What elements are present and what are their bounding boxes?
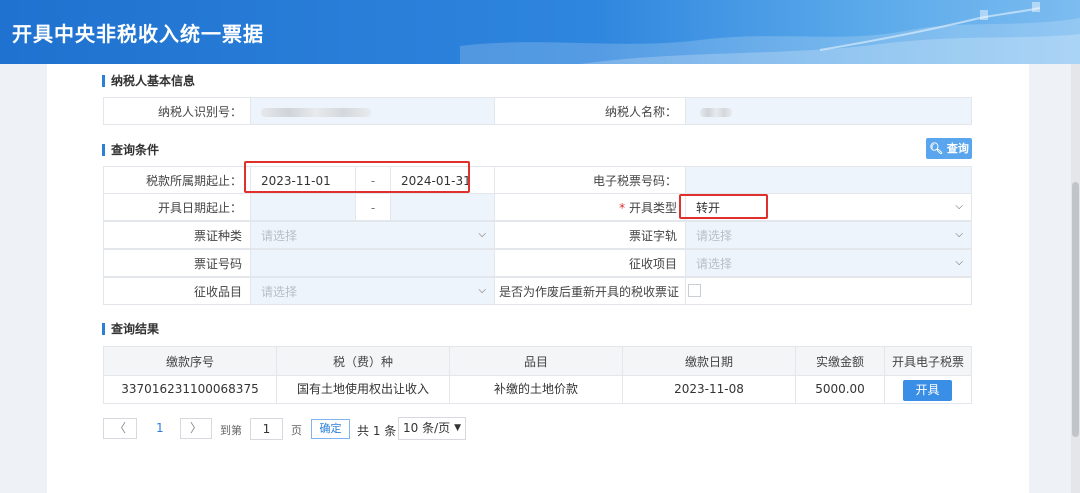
taxpayer-id-label: 纳税人识别号：: [103, 97, 251, 125]
great-wall-decoration-icon: [460, 2, 1080, 64]
ticket-track-select[interactable]: 请选择 ⌵: [685, 221, 972, 249]
tax-period-label: 税款所属期起止：: [103, 166, 251, 194]
page-number-current[interactable]: 1: [156, 421, 164, 435]
next-page-button[interactable]: 〉: [180, 418, 212, 439]
reissue-checkbox[interactable]: [688, 284, 701, 297]
ticket-track-placeholder: 请选择: [696, 229, 733, 243]
issue-type-label-text: 开具类型: [628, 201, 677, 215]
column-header-pay-date: 缴款日期: [622, 346, 796, 376]
tax-period-end-input[interactable]: 2024-01-31: [390, 166, 495, 194]
table-cell-amount: 5000.00: [795, 375, 885, 404]
column-header-serial: 缴款序号: [103, 346, 277, 376]
search-button-label: 查询: [946, 142, 969, 155]
scrollbar-thumb[interactable]: [1072, 182, 1079, 437]
ticket-no-input[interactable]: [250, 249, 495, 277]
redacted-id-value: [261, 108, 371, 117]
collect-item-label: 征收项目: [494, 249, 686, 277]
issue-date-end-input[interactable]: [390, 193, 495, 221]
ticket-track-label: 票证字轨: [494, 221, 686, 249]
e-ticket-no-label: 电子税票号码：: [494, 166, 686, 194]
issue-date-start-input[interactable]: [250, 193, 356, 221]
collect-item-select[interactable]: 请选择 ⌵: [685, 249, 972, 277]
table-cell-serial: 337016231100068375: [103, 375, 277, 404]
table-cell-tax-type: 国有土地使用权出让收入: [276, 375, 450, 404]
taxpayer-id-value: [250, 97, 495, 125]
tax-period-separator: -: [355, 166, 391, 194]
column-header-amount: 实缴金额: [795, 346, 885, 376]
ticket-kind-placeholder: 请选择: [261, 229, 298, 243]
ticket-no-label: 票证号码: [103, 249, 251, 277]
taxpayer-name-value: [685, 97, 972, 125]
column-header-item: 品目: [449, 346, 623, 376]
redacted-name-value: [700, 108, 732, 117]
issue-type-label: * 开具类型: [494, 193, 686, 221]
search-icon: 🔍︎: [929, 142, 944, 155]
chevron-down-icon: ⌵: [955, 201, 963, 212]
collect-sub-placeholder: 请选择: [261, 285, 298, 299]
chevron-down-icon: ⌵: [955, 257, 963, 268]
page-unit-label: 页: [291, 424, 302, 437]
search-button[interactable]: 🔍︎ 查询: [926, 138, 972, 159]
goto-page-input[interactable]: 1: [250, 418, 283, 440]
collect-sub-select[interactable]: 请选择 ⌵: [250, 277, 495, 305]
e-ticket-no-input[interactable]: [685, 166, 972, 194]
chevron-down-icon: ▼: [454, 423, 461, 433]
page-size-value: 10 条/页: [403, 421, 451, 435]
taxpayer-info-section-title: 纳税人基本信息: [102, 75, 195, 87]
chevron-down-icon: ⌵: [955, 229, 963, 240]
issue-type-select[interactable]: 转开 ⌵: [685, 193, 972, 221]
page-title: 开具中央非税收入统一票据: [12, 22, 264, 46]
collect-sub-label: 征收品目: [103, 277, 251, 305]
tax-period-start-input[interactable]: 2023-11-01: [250, 166, 356, 194]
prev-page-button[interactable]: 〈: [103, 418, 137, 439]
query-section-title: 查询条件: [102, 144, 159, 156]
goto-confirm-button[interactable]: 确定: [311, 419, 350, 439]
table-cell-pay-date: 2023-11-08: [622, 375, 796, 404]
total-count: 共 1 条: [357, 424, 397, 438]
taxpayer-name-label: 纳税人名称：: [494, 97, 686, 125]
page-size-select[interactable]: 10 条/页 ▼: [398, 417, 466, 440]
reissue-label: 是否为作废后重新开具的税收票证: [494, 277, 686, 305]
app-header: 开具中央非税收入统一票据: [0, 0, 1080, 64]
issue-date-label: 开具日期起止：: [103, 193, 251, 221]
issue-date-separator: -: [355, 193, 391, 221]
issue-type-value: 转开: [696, 201, 721, 215]
ticket-kind-select[interactable]: 请选择 ⌵: [250, 221, 495, 249]
issue-ticket-button[interactable]: 开具: [903, 380, 952, 401]
column-header-tax-type: 税（费）种: [276, 346, 450, 376]
required-mark: *: [619, 201, 626, 215]
ticket-kind-label: 票证种类: [103, 221, 251, 249]
table-cell-item: 补缴的土地价款: [449, 375, 623, 404]
goto-label: 到第: [220, 424, 242, 437]
results-section-title: 查询结果: [102, 323, 159, 335]
column-header-action: 开具电子税票: [884, 346, 972, 376]
chevron-down-icon: ⌵: [478, 229, 486, 240]
chevron-down-icon: ⌵: [478, 285, 486, 296]
reissue-cell: [685, 277, 972, 305]
collect-item-placeholder: 请选择: [696, 257, 733, 271]
